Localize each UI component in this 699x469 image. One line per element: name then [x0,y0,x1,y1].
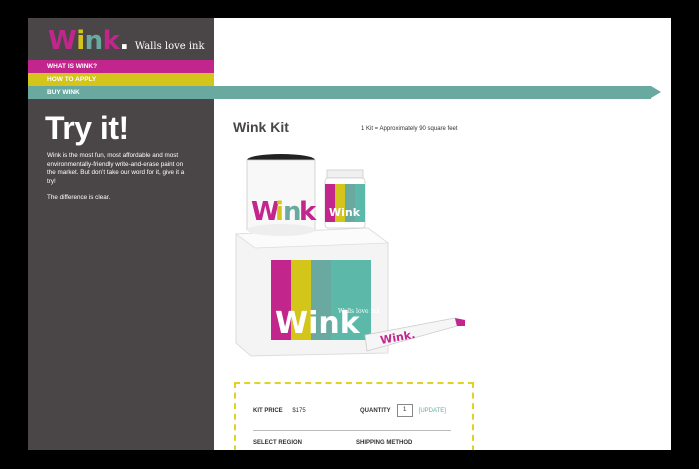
kit-price-label: KIT PRICE [253,408,283,414]
quantity-group: QUANTITY 1 [UPDATE] [360,404,446,417]
quantity-input[interactable]: 1 [396,404,413,417]
page-frame: Wink. Walls love ink Try it! Wink is the… [28,18,671,450]
nav-what-is-wink[interactable]: WHAT IS WINK? [28,60,214,73]
nav-buy-wink[interactable]: BUY WINK [28,86,651,99]
sidebar-paragraph-1: Wink is the most fun, most affordable an… [47,152,185,185]
product-image: Wink Walls love ink W i n k Wink Wink. [234,154,465,357]
purchase-divider [253,430,451,431]
nav-active-arrow [651,86,661,98]
svg-text:Walls love ink: Walls love ink [338,308,380,315]
nav-how-to-apply[interactable]: HOW TO APPLY [28,73,214,86]
quantity-label: QUANTITY [360,407,391,414]
update-button[interactable]: [UPDATE] [419,408,446,414]
sidebar-heading: Try it! [45,110,129,146]
logo-wordmark: Wink. [48,26,129,56]
svg-text:k: k [299,197,317,227]
logo-tagline: Walls love ink [134,41,205,52]
page-title: Wink Kit [233,119,289,135]
purchase-panel: KIT PRICE $175 QUANTITY 1 [UPDATE] SELEC… [234,382,474,450]
kit-coverage-note: 1 Kit = Approximately 90 square feet [361,126,458,132]
sidebar-paragraph-2: The difference is clear. [47,194,111,202]
sidebar-blurb: Wink is the most fun, most affordable an… [47,152,187,203]
price-row: KIT PRICE $175 QUANTITY 1 [UPDATE] [253,404,453,417]
wink-logo[interactable]: Wink. Walls love ink [48,26,205,56]
kit-price-value: $175 [292,408,306,414]
svg-text:Wink: Wink [329,206,361,219]
select-region-label: SELECT REGION [253,440,303,446]
shipping-method-label: SHIPPING METHOD [356,440,413,446]
